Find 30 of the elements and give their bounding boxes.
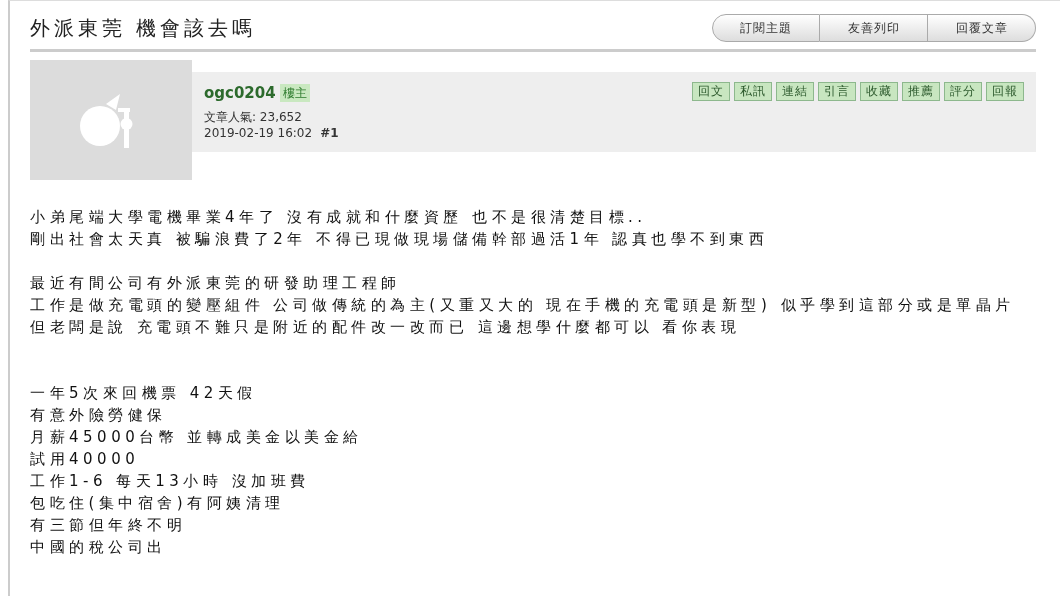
floor-number: #1 xyxy=(320,124,339,141)
post-action-button[interactable]: 收藏 xyxy=(860,82,898,101)
post-text-line: 中國的稅公司出 xyxy=(30,537,168,558)
post-text-line: 小弟尾端大學電機畢業4年了 沒有成就和什麼資歷 也不是很清楚目標.. xyxy=(30,207,648,228)
post-action-button[interactable]: 回報 xyxy=(986,82,1024,101)
post-date: 2019-02-19 16:02 xyxy=(204,124,313,141)
author-badge: 樓主 xyxy=(279,84,310,103)
post-text-line: 有三節但年終不明 xyxy=(30,515,187,536)
post-action-button[interactable]: 回文 xyxy=(692,82,730,101)
post-text-line: 剛出社會太天真 被騙浪費了2年 不得已現做現場儲備幹部過活1年 認真也學不到東西 xyxy=(30,229,770,250)
topic-button[interactable]: 友善列印 xyxy=(820,14,928,42)
post-action-button[interactable]: 評分 xyxy=(944,82,982,101)
post-text-line: 最近有間公司有外派東莞的研發助理工程師 xyxy=(30,273,402,294)
author-name[interactable]: ogc0204 xyxy=(204,82,276,105)
post-text-line: 但老闆是說 充電頭不難只是附近的配件改一改而已 這邊想學什麼都可以 看你表現 xyxy=(30,317,742,338)
post-action-button[interactable]: 引言 xyxy=(818,82,856,101)
post-action-button[interactable]: 私訊 xyxy=(734,82,772,101)
view-count: 文章人氣: 23,652 xyxy=(204,108,303,125)
topic-title: 外派東莞 機會該去嗎 xyxy=(30,15,257,42)
post-text-line: 一年5次來回機票 42天假 xyxy=(30,383,258,404)
topic-button[interactable]: 訂閱主題 xyxy=(712,14,820,42)
post-action-button[interactable]: 推薦 xyxy=(902,82,940,101)
post-text-line: 包吃住(集中宿舍)有阿姨清理 xyxy=(30,493,286,514)
post-action-button[interactable]: 連結 xyxy=(776,82,814,101)
post-text-line: 工作是做充電頭的變壓組件 公司做傳統的為主(又重又大的 現在手機的充電頭是新型) 似乎學到這部分或是單晶片 xyxy=(30,295,1016,316)
post-text-line: 月薪45000台幣 並轉成美金以美金給 xyxy=(30,427,364,448)
topic-button[interactable]: 回覆文章 xyxy=(928,14,1036,42)
post-text-line: 有意外險勞健保 xyxy=(30,405,168,426)
post-text-line: 試用40000 xyxy=(30,449,141,470)
post-text-line: 工作1-6 每天13小時 沒加班費 xyxy=(30,471,311,492)
